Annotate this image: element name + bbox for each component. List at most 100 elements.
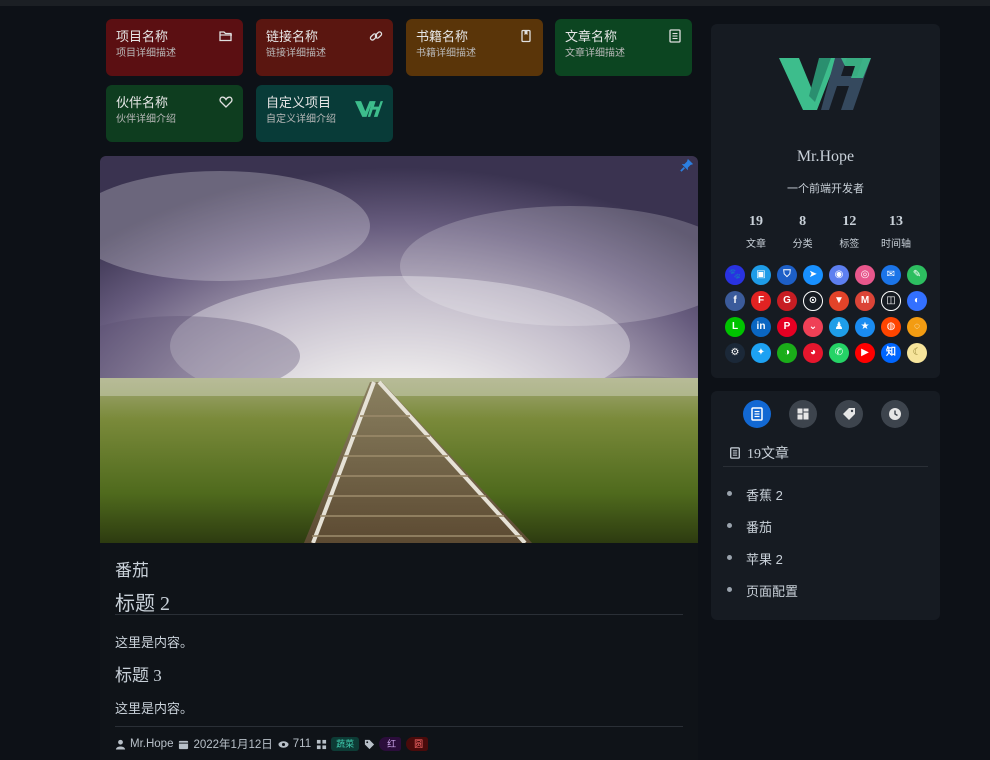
- steam-icon[interactable]: ⚙: [725, 343, 745, 363]
- bullet: [727, 491, 732, 496]
- eye-icon: [278, 740, 289, 748]
- article-icon: [730, 447, 740, 459]
- tag-badge[interactable]: 圆: [406, 737, 429, 751]
- article-link[interactable]: 苹果 2: [746, 549, 783, 568]
- project-card[interactable]: 项目名称 项目详细描述: [106, 19, 243, 76]
- divider: [115, 614, 683, 615]
- stat-number: 13: [888, 214, 903, 229]
- weibo-icon[interactable]: ◕: [803, 343, 823, 363]
- project-card[interactable]: 书籍名称书籍详细描述: [406, 19, 543, 76]
- stat-item[interactable]: 8 分类: [780, 214, 826, 250]
- linkedin-icon[interactable]: in: [751, 317, 771, 337]
- gmail-icon[interactable]: M: [855, 291, 875, 311]
- bitbucket-icon[interactable]: ⛉: [777, 265, 797, 285]
- stat-item[interactable]: 12 标签: [826, 214, 872, 250]
- article-list-item[interactable]: 苹果 2: [725, 549, 798, 581]
- project-title: 伙伴名称: [116, 95, 169, 110]
- qq-icon[interactable]: ♟: [829, 317, 849, 337]
- tag-tab[interactable]: [835, 400, 863, 428]
- category-icon: [317, 739, 327, 749]
- blog-nav-panel: 19文章 香蕉 2 番茄苹果 2 页面配置: [711, 391, 940, 620]
- project-description: 链接详细描述: [266, 48, 326, 59]
- pocket-icon[interactable]: ⌄: [803, 317, 823, 337]
- article-subtitle: 番茄: [115, 561, 149, 580]
- stat-number: 12: [842, 214, 857, 229]
- article-list: 香蕉 2 番茄苹果 2 页面配置: [725, 485, 798, 613]
- project-description: 伙伴详细介绍: [116, 114, 176, 125]
- article-tab[interactable]: [743, 400, 771, 428]
- gitee-icon[interactable]: G: [777, 291, 797, 311]
- blogger-stats: 19 文章 8 分类 12 标签 13 时间轴: [733, 214, 919, 250]
- blogger-description: 一个前端开发者: [787, 183, 864, 195]
- author-icon: [115, 739, 126, 750]
- article-list-item[interactable]: 番茄: [725, 517, 798, 549]
- project-description: 项目详细描述: [116, 48, 176, 59]
- divider: [115, 726, 683, 727]
- vh-logo-icon: [355, 101, 383, 117]
- twitter-icon[interactable]: ✦: [751, 343, 771, 363]
- instagram-icon[interactable]: ◫: [881, 291, 901, 311]
- article-icon: [668, 29, 682, 43]
- article-icon: [751, 407, 763, 421]
- book-icon: [519, 29, 533, 43]
- article-list-item[interactable]: 页面配置: [725, 581, 798, 613]
- lark-icon[interactable]: ◐: [907, 291, 927, 311]
- author-name[interactable]: Mr.Hope: [130, 738, 173, 750]
- whatsapp-icon[interactable]: ✆: [829, 343, 849, 363]
- tag-icon: [843, 408, 855, 420]
- category-badge[interactable]: 蔬菜: [331, 737, 360, 751]
- category-tab[interactable]: [789, 400, 817, 428]
- project-card[interactable]: 文章名称 文章详细描述: [555, 19, 692, 76]
- bilibili-icon[interactable]: ▣: [751, 265, 771, 285]
- timeline-tab[interactable]: [881, 400, 909, 428]
- top-bar: [0, 0, 990, 6]
- article-link[interactable]: 香蕉 2: [746, 485, 783, 504]
- project-title: 书籍名称: [416, 29, 469, 44]
- qzone-icon[interactable]: ★: [855, 317, 875, 337]
- rss-icon[interactable]: ◌: [907, 317, 927, 337]
- facebook-icon[interactable]: f: [725, 291, 745, 311]
- calendar-icon: [179, 740, 189, 749]
- reddit-icon[interactable]: ◍: [881, 317, 901, 337]
- article-list-item[interactable]: 香蕉 2: [725, 485, 798, 517]
- dribbble-icon[interactable]: ◎: [855, 265, 875, 285]
- wechat-icon[interactable]: ◑: [777, 343, 797, 363]
- project-card[interactable]: 伙伴名称伙伴详细介绍: [106, 85, 243, 142]
- heart-icon: [219, 95, 233, 109]
- gitlab-icon[interactable]: ▼: [829, 291, 849, 311]
- project-description: 文章详细描述: [565, 48, 625, 59]
- stat-label: 标签: [839, 239, 860, 250]
- article-list-title: 19文章: [747, 447, 789, 462]
- project-card[interactable]: 自定义项目 自定义详细介绍: [256, 85, 393, 142]
- zhihu-icon[interactable]: 知: [881, 343, 901, 363]
- tag-badge[interactable]: 红: [379, 737, 402, 751]
- article-heading-2: 标题 2: [115, 593, 170, 615]
- link-icon: [369, 29, 383, 43]
- flipboard-icon[interactable]: F: [751, 291, 771, 311]
- view-count: 711: [292, 738, 312, 750]
- article-link[interactable]: 番茄: [746, 517, 772, 536]
- pinterest-icon[interactable]: P: [777, 317, 797, 337]
- stat-label: 分类: [792, 239, 813, 250]
- project-card[interactable]: 链接名称链接详细描述: [256, 19, 393, 76]
- project-title: 链接名称: [266, 29, 319, 44]
- moon-icon[interactable]: ☾: [907, 343, 927, 363]
- dingding-icon[interactable]: ➤: [803, 265, 823, 285]
- line-icon[interactable]: L: [725, 317, 745, 337]
- email-icon[interactable]: ✉: [881, 265, 901, 285]
- article-meta: Mr.Hope 2022年1月12日 711 蔬菜 红 圆: [115, 736, 433, 752]
- stat-item[interactable]: 19 文章: [733, 214, 779, 250]
- cover-image: [100, 156, 698, 543]
- article-list-heading: 19文章: [729, 443, 789, 463]
- timeline-icon: [889, 408, 901, 420]
- stat-item[interactable]: 13 时间轴: [873, 214, 919, 250]
- article-card[interactable]: 番茄 标题 2 这里是内容。 标题 3 这里是内容。 Mr.Hope 2022年…: [100, 156, 698, 760]
- baidu-icon[interactable]: 🐾: [725, 265, 745, 285]
- github-icon[interactable]: ⊙: [803, 291, 823, 311]
- discord-icon[interactable]: ◉: [829, 265, 849, 285]
- project-description: 书籍详细描述: [416, 48, 476, 59]
- vh-logo-icon: [779, 58, 871, 110]
- evernote-icon[interactable]: ✎: [907, 265, 927, 285]
- youtube-icon[interactable]: ▶: [855, 343, 875, 363]
- article-link[interactable]: 页面配置: [746, 581, 798, 600]
